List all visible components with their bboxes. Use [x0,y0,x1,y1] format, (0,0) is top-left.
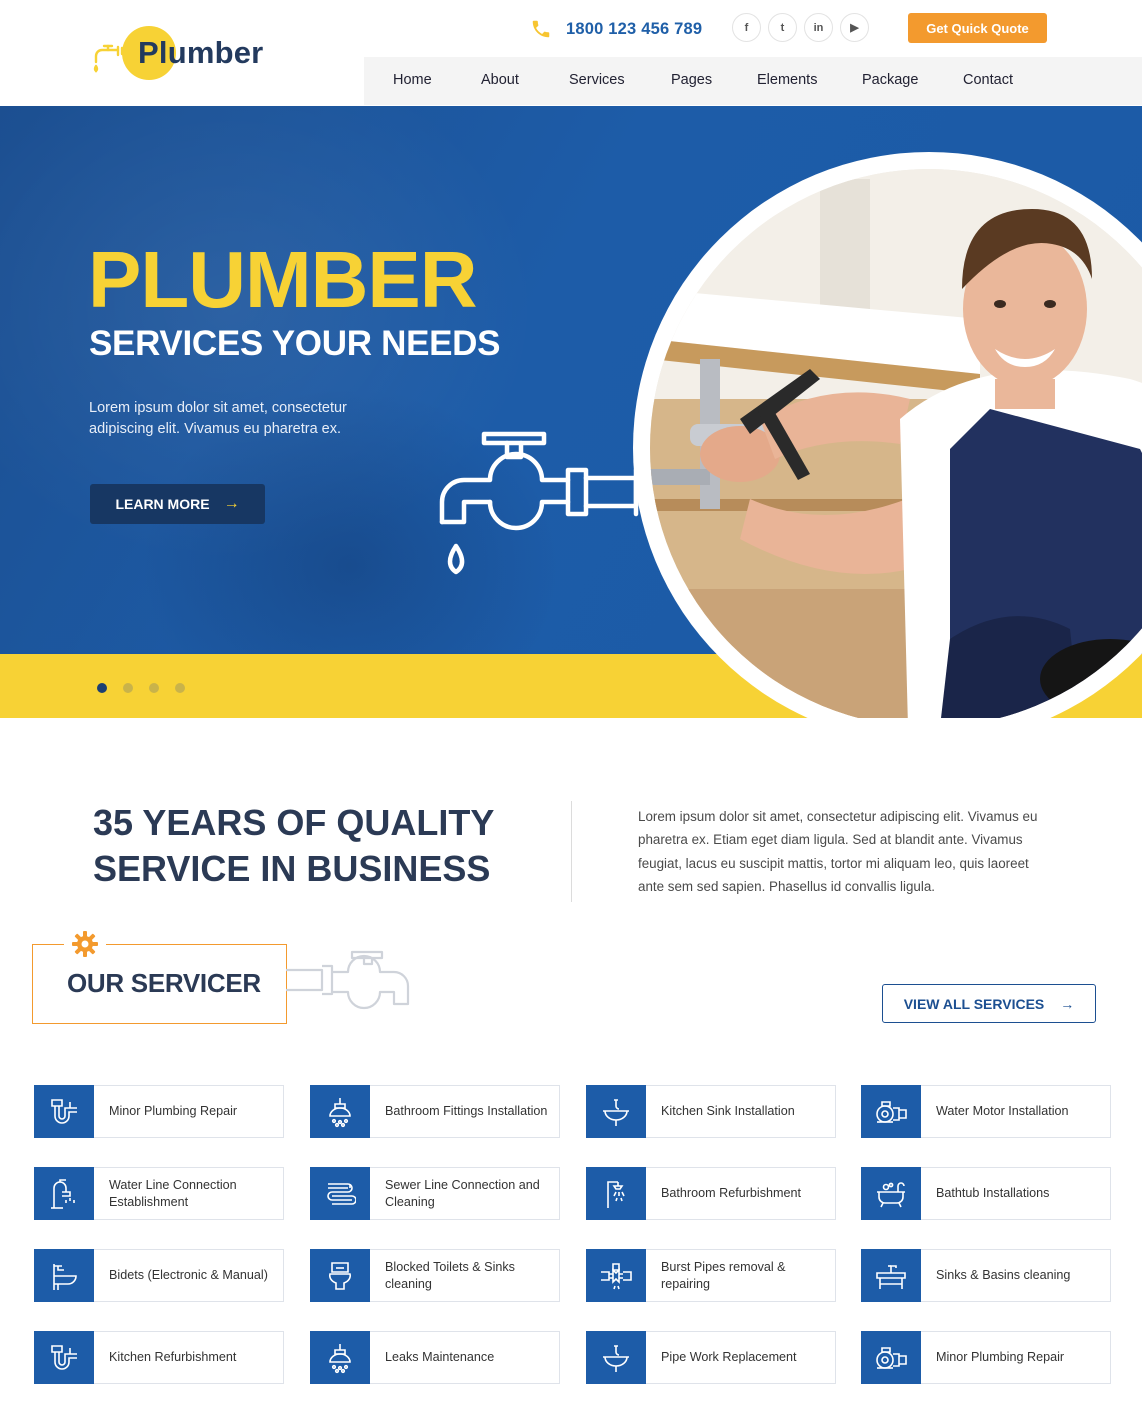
faucet-icon [34,1167,94,1220]
sink-icon [586,1085,646,1138]
nav-item-package[interactable]: Package [862,72,918,88]
bathtub-icon [861,1167,921,1220]
faucet-logo-icon [93,44,124,73]
slider-dot-2[interactable] [123,683,133,693]
about-divider [571,801,572,902]
service-label: Water Line Connection Establishment [109,1177,237,1209]
service-label: Kitchen Sink Installation [661,1104,795,1118]
pipe-trap-icon [34,1331,94,1384]
hero-title: PLUMBER [88,235,478,324]
slider-dot-3[interactable] [149,683,159,693]
main-nav: Home About Services Pages Elements Packa… [364,57,1142,105]
basin-icon [861,1249,921,1302]
pipe-trap-icon [34,1085,94,1138]
burst-pipe-icon [586,1249,646,1302]
service-card[interactable]: Kitchen Sink Installation [586,1085,836,1138]
service-label: Kitchen Refurbishment [109,1350,237,1364]
brand-name: Plumber [138,35,264,70]
water-motor-icon [861,1331,921,1384]
hero-description: Lorem ipsum dolor sit amet, consectetur … [89,400,347,437]
service-card[interactable]: Water Motor Installation [861,1085,1111,1138]
brand-logo[interactable]: Plumber [88,22,288,84]
service-label: Bathroom Fittings Installation [385,1104,548,1118]
facebook-icon[interactable]: f [732,13,761,42]
service-label: Bathtub Installations [936,1186,1050,1200]
phone-icon [532,20,550,38]
nav-item-pages[interactable]: Pages [671,72,712,88]
service-label: Burst Pipes removal & repairing [661,1259,786,1291]
service-card[interactable]: Pipe Work Replacement [586,1331,836,1384]
service-card[interactable]: Sewer Line Connection and Cleaning [310,1167,560,1220]
services-heading: OUR SERVICER [67,968,261,998]
service-card[interactable]: Water Line Connection Establishment [34,1167,284,1220]
plumber-photo [650,169,1142,718]
service-card[interactable]: Minor Plumbing Repair [34,1085,284,1138]
about-title: 35 YEARS OF QUALITY SERVICE IN BUSINESS [93,802,494,889]
nav-item-services[interactable]: Services [569,72,625,88]
service-label: Minor Plumbing Repair [109,1104,238,1118]
twitter-icon[interactable]: t [768,13,797,42]
service-card[interactable]: Bathroom Fittings Installation [310,1085,560,1138]
service-card[interactable]: Leaks Maintenance [310,1331,560,1384]
nav-item-home[interactable]: Home [393,72,432,88]
service-label: Minor Plumbing Repair [936,1350,1065,1364]
faucet-outline-icon [286,950,410,1010]
shower-icon [586,1167,646,1220]
hero-subtitle: SERVICES YOUR NEEDS [89,324,501,363]
sewer-pipe-icon [310,1167,370,1220]
service-card[interactable]: Sinks & Basins cleaning [861,1249,1111,1302]
bidet-icon [34,1249,94,1302]
social-links: f t in ▶ [732,13,869,42]
slider-dot-1[interactable] [97,683,107,693]
service-card[interactable]: Bidets (Electronic & Manual) [34,1249,284,1302]
view-all-services-button[interactable]: VIEW ALL SERVICES → [882,984,1096,1023]
get-quote-button[interactable]: Get Quick Quote [908,13,1047,43]
slider-dot-4[interactable] [175,683,185,693]
service-card[interactable]: Bathtub Installations [861,1167,1111,1220]
plumber-illustration [650,169,1142,718]
shower-head-icon [310,1085,370,1138]
nav-item-contact[interactable]: Contact [963,72,1013,88]
service-label: Bathroom Refurbishment [661,1186,801,1200]
service-card[interactable]: Blocked Toilets & Sinks cleaning [310,1249,560,1302]
slider-dots [97,683,185,693]
linkedin-icon[interactable]: in [804,13,833,42]
contact-bar: 1800 123 456 789 [530,12,702,46]
shower-head-icon [310,1331,370,1384]
service-label: Pipe Work Replacement [661,1350,797,1364]
hero-slider: PLUMBER SERVICES YOUR NEEDS Lorem ipsum … [0,106,1142,718]
service-card[interactable]: Minor Plumbing Repair [861,1331,1111,1384]
service-label: Blocked Toilets & Sinks cleaning [385,1259,515,1291]
faucet-illustration-icon [439,431,639,575]
phone-number[interactable]: 1800 123 456 789 [566,20,702,39]
youtube-icon[interactable]: ▶ [840,13,869,42]
service-label: Sinks & Basins cleaning [936,1268,1071,1282]
about-description: Lorem ipsum dolor sit amet, consectetur … [638,809,1038,894]
service-label: Bidets (Electronic & Manual) [109,1268,268,1282]
learn-more-label: LEARN MORE [115,496,210,512]
service-label: Water Motor Installation [936,1104,1069,1118]
learn-more-button[interactable]: LEARN MORE → [90,484,265,524]
arrow-right-icon: → [1060,995,1075,1012]
gear-icon [64,928,106,960]
service-card[interactable]: Kitchen Refurbishment [34,1331,284,1384]
arrow-right-icon: → [223,495,240,512]
service-label: Leaks Maintenance [385,1350,495,1364]
nav-item-elements[interactable]: Elements [757,72,817,88]
sink-icon [586,1331,646,1384]
service-label: Sewer Line Connection and Cleaning [385,1177,540,1209]
water-motor-icon [861,1085,921,1138]
service-card[interactable]: Bathroom Refurbishment [586,1167,836,1220]
toilet-icon [310,1249,370,1302]
view-all-label: VIEW ALL SERVICES [903,995,1045,1012]
nav-item-about[interactable]: About [481,72,519,88]
site-header: Plumber 1800 123 456 789 f t in ▶ Get Qu… [0,0,1142,106]
service-card[interactable]: Burst Pipes removal & repairing [586,1249,836,1302]
